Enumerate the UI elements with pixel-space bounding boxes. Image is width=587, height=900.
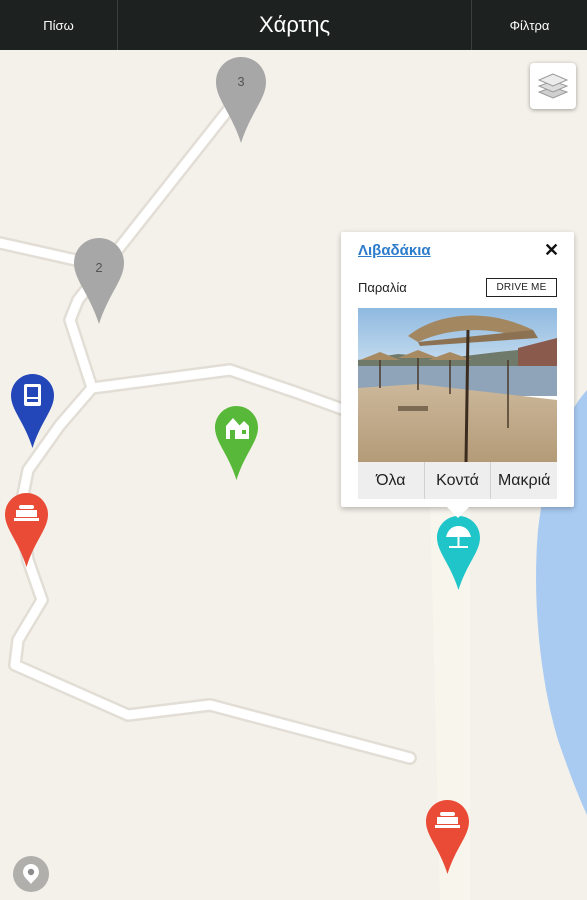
cluster-count: 2 [95, 260, 103, 275]
beach-marker[interactable] [437, 516, 480, 590]
food-icon [426, 800, 469, 874]
cluster-marker[interactable]: 3 [216, 57, 266, 143]
location-pin-icon [23, 864, 39, 884]
cluster-marker[interactable]: 2 [74, 238, 124, 324]
food-marker[interactable] [5, 493, 48, 567]
top-bar: Πίσω Χάρτης Φίλτρα [0, 0, 587, 50]
popup-title-link[interactable]: Λιβαδάκια [358, 242, 431, 259]
back-button[interactable]: Πίσω [0, 0, 118, 50]
place-popup: Λιβαδάκια ✕ Παραλία DRIVE ME Όλα Κοντά Μ… [341, 232, 574, 518]
page-title: Χάρτης [258, 12, 331, 37]
umbrella-icon [437, 516, 480, 590]
accommodation-marker[interactable] [215, 406, 258, 480]
food-marker[interactable] [426, 800, 469, 874]
drive-me-button[interactable]: DRIVE ME [486, 278, 557, 297]
close-icon[interactable]: ✕ [544, 240, 559, 261]
cluster-count: 3 [237, 74, 245, 89]
my-location-button[interactable] [13, 856, 49, 892]
distance-filter-buttons: Όλα Κοντά Μακριά [358, 462, 557, 499]
map-screen: Πίσω Χάρτης Φίλτρα 3 2 Λιβαδάκια ✕ Παραλ… [0, 0, 587, 900]
place-photo [358, 308, 557, 462]
info-marker[interactable] [11, 374, 54, 448]
layers-button[interactable] [530, 63, 576, 109]
layers-icon [537, 73, 569, 99]
filter-far-button[interactable]: Μακριά [491, 462, 557, 499]
food-icon [5, 493, 48, 567]
filters-button[interactable]: Φίλτρα [471, 0, 587, 50]
house-icon [215, 406, 258, 480]
filter-near-button[interactable]: Κοντά [425, 462, 492, 499]
info-icon [11, 374, 54, 448]
popup-pointer [445, 505, 471, 518]
popup-category: Παραλία [358, 280, 407, 295]
filter-all-button[interactable]: Όλα [358, 462, 425, 499]
